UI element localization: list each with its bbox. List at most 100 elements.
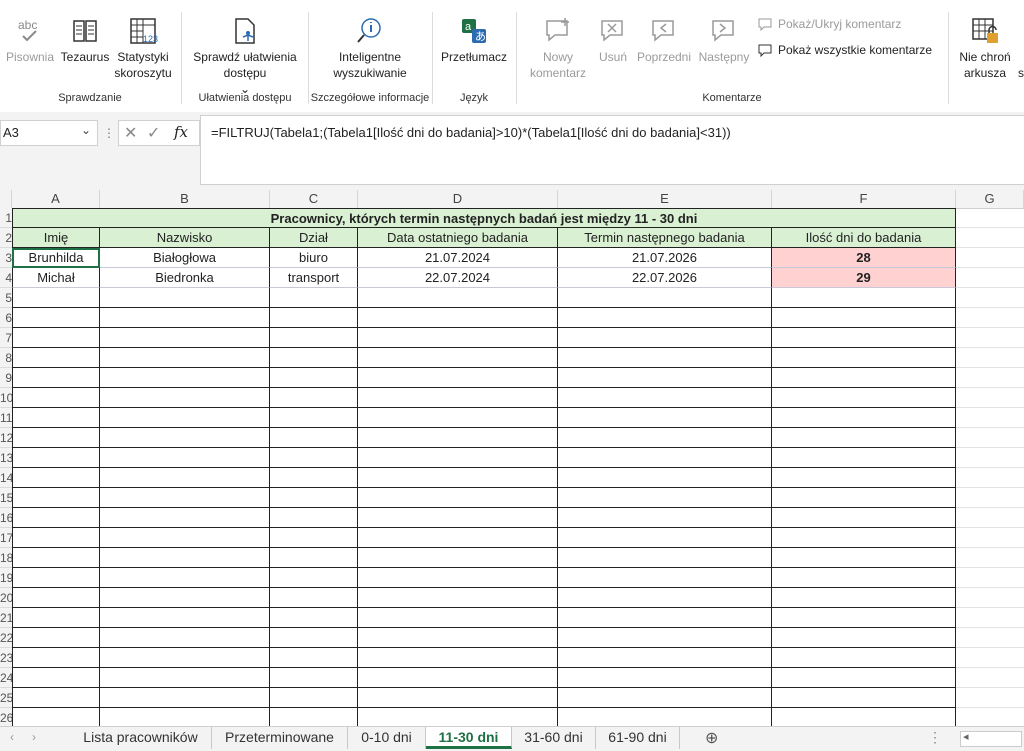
empty-cell[interactable] [100,448,270,468]
cell-g[interactable] [956,508,1024,528]
empty-cell[interactable] [772,588,956,608]
cell-g[interactable] [956,688,1024,708]
cell-g[interactable] [956,428,1024,448]
sheet-tab-61-90[interactable]: 61-90 dni [596,727,680,749]
empty-cell[interactable] [772,488,956,508]
empty-cell[interactable] [100,388,270,408]
table-cell[interactable]: 22.07.2026 [558,268,772,288]
empty-cell[interactable] [358,488,558,508]
empty-cell[interactable] [358,468,558,488]
empty-cell[interactable] [100,528,270,548]
empty-cell[interactable] [772,708,956,726]
cell-g[interactable] [956,608,1024,628]
row-header[interactable]: 9 [0,368,12,388]
empty-cell[interactable] [772,328,956,348]
select-all-corner[interactable] [0,190,12,208]
row-header[interactable]: 7 [0,328,12,348]
sheet-tab-lista-pracownikow[interactable]: Lista pracowników [70,727,212,749]
row-header[interactable]: 13 [0,448,12,468]
horizontal-scrollbar[interactable]: ◂ [960,731,1022,747]
empty-cell[interactable] [12,708,100,726]
worksheet-grid[interactable]: Pracownicy, których termin następnych ba… [12,208,1024,726]
empty-cell[interactable] [558,308,772,328]
table-cell[interactable]: Michał [12,268,100,288]
empty-cell[interactable] [772,308,956,328]
empty-cell[interactable] [270,328,358,348]
empty-cell[interactable] [772,448,956,468]
empty-cell[interactable] [12,288,100,308]
empty-cell[interactable] [12,408,100,428]
empty-cell[interactable] [100,708,270,726]
empty-cell[interactable] [270,408,358,428]
days-cell[interactable]: 29 [772,268,956,288]
empty-cell[interactable] [772,688,956,708]
table-header-b[interactable]: Nazwisko [100,228,270,248]
cell-g[interactable] [956,568,1024,588]
table-header-e[interactable]: Termin następnego badania [558,228,772,248]
delete-comment-button[interactable]: Usuń [592,16,634,65]
cancel-icon[interactable]: ✕ [124,123,137,143]
empty-cell[interactable] [772,568,956,588]
empty-cell[interactable] [358,288,558,308]
empty-cell[interactable] [772,428,956,448]
table-cell[interactable]: 21.07.2024 [358,248,558,268]
empty-cell[interactable] [12,448,100,468]
empty-cell[interactable] [12,388,100,408]
empty-cell[interactable] [772,668,956,688]
empty-cell[interactable] [558,348,772,368]
sheet-tab-31-60[interactable]: 31-60 dni [512,727,596,749]
empty-cell[interactable] [558,628,772,648]
row-header[interactable]: 26 [0,708,12,726]
row-header[interactable]: 24 [0,668,12,688]
empty-cell[interactable] [270,488,358,508]
empty-cell[interactable] [100,368,270,388]
unprotect-sheet-button[interactable]: Nie chroń arkusza [954,16,1016,81]
empty-cell[interactable] [270,608,358,628]
empty-cell[interactable] [100,688,270,708]
empty-cell[interactable] [100,568,270,588]
cell-g[interactable] [956,308,1024,328]
row-header[interactable]: 8 [0,348,12,368]
empty-cell[interactable] [100,428,270,448]
empty-cell[interactable] [270,648,358,668]
table-header-d[interactable]: Data ostatniego badania [358,228,558,248]
cell-g[interactable] [956,528,1024,548]
empty-cell[interactable] [358,528,558,548]
empty-cell[interactable] [100,508,270,528]
row-header[interactable]: 1 [0,208,12,228]
cell-g[interactable] [956,468,1024,488]
cell-g[interactable] [956,708,1024,726]
table-cell[interactable]: Białogłowa [100,248,270,268]
empty-cell[interactable] [270,688,358,708]
cell-g[interactable] [956,228,1024,248]
empty-cell[interactable] [12,548,100,568]
empty-cell[interactable] [270,348,358,368]
empty-cell[interactable] [772,548,956,568]
column-header-c[interactable]: C [270,190,358,208]
empty-cell[interactable] [270,388,358,408]
empty-cell[interactable] [100,588,270,608]
scroll-tabs-right-icon[interactable]: › [32,730,36,744]
cell-g[interactable] [956,548,1024,568]
column-header-a[interactable]: A [12,190,100,208]
empty-cell[interactable] [12,328,100,348]
empty-cell[interactable] [558,708,772,726]
row-header[interactable]: 23 [0,648,12,668]
thesaurus-button[interactable]: Tezaurus [58,16,112,65]
row-header[interactable]: 5 [0,288,12,308]
empty-cell[interactable] [358,348,558,368]
empty-cell[interactable] [558,488,772,508]
empty-cell[interactable] [358,508,558,528]
cell-g[interactable] [956,368,1024,388]
empty-cell[interactable] [558,428,772,448]
row-header[interactable]: 15 [0,488,12,508]
row-header[interactable]: 16 [0,508,12,528]
empty-cell[interactable] [358,388,558,408]
empty-cell[interactable] [100,308,270,328]
empty-cell[interactable] [12,368,100,388]
days-cell[interactable]: 28 [772,248,956,268]
empty-cell[interactable] [12,628,100,648]
empty-cell[interactable] [270,508,358,528]
empty-cell[interactable] [100,288,270,308]
tab-options-icon[interactable]: ⋮ [928,729,942,746]
